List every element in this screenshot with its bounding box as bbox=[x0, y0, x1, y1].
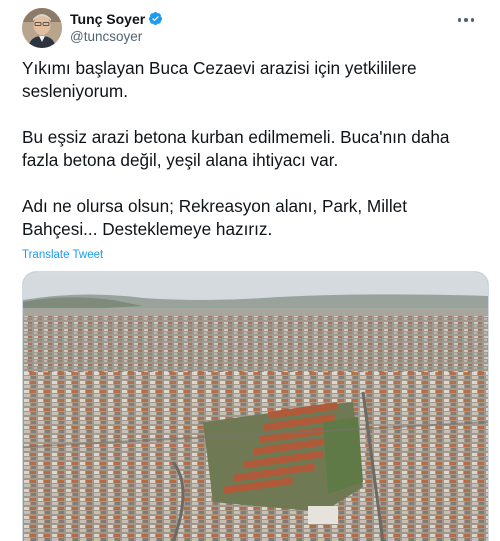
handle[interactable]: @tuncsoyer bbox=[70, 29, 163, 44]
tweet: Tunç Soyer @tuncsoyer Yıkımı başlayan Bu… bbox=[0, 0, 500, 541]
tweet-paragraph: Yıkımı başlayan Buca Cezaevi arazisi içi… bbox=[22, 58, 417, 101]
avatar-image bbox=[22, 8, 62, 48]
tweet-text: Yıkımı başlayan Buca Cezaevi arazisi içi… bbox=[22, 57, 482, 241]
more-dot bbox=[457, 18, 462, 22]
name-row: Tunç Soyer bbox=[70, 10, 163, 27]
author-block: Tunç Soyer @tuncsoyer bbox=[70, 10, 163, 44]
more-dot bbox=[464, 18, 468, 22]
aerial-city-photo bbox=[23, 272, 488, 541]
display-name[interactable]: Tunç Soyer bbox=[70, 11, 145, 27]
tweet-paragraph: Bu eşsiz arazi betona kurban edilmemeli.… bbox=[22, 127, 450, 170]
more-options-icon[interactable] bbox=[454, 10, 478, 30]
tweet-paragraph: Adı ne olursa olsun; Rekreasyon alanı, P… bbox=[22, 196, 407, 239]
tweet-media-photo[interactable] bbox=[22, 271, 489, 541]
more-dot bbox=[470, 18, 475, 22]
verified-badge-icon bbox=[149, 11, 163, 26]
avatar[interactable] bbox=[22, 8, 62, 48]
translate-tweet-link[interactable]: Translate Tweet bbox=[22, 249, 103, 261]
